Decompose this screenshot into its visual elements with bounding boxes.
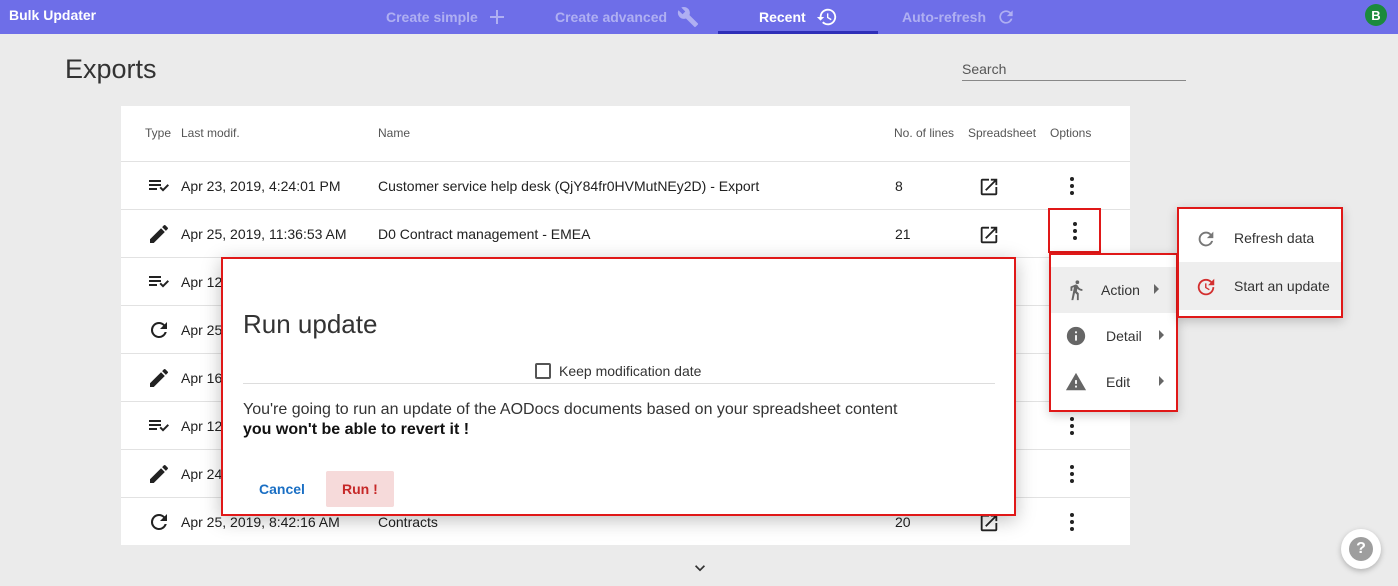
run-update-dialog: Run update Keep modification date You're… xyxy=(221,257,1016,516)
column-header-lines: No. of lines xyxy=(894,126,955,140)
menu-item-action[interactable]: Action xyxy=(1051,267,1176,313)
last-modif-cell: Apr 12 xyxy=(181,274,223,290)
more-vert-icon[interactable] xyxy=(1060,510,1084,534)
active-tab-indicator xyxy=(718,31,878,34)
last-modif-cell: Apr 25, 2019, 11:36:53 AM xyxy=(181,226,347,242)
app-title: Bulk Updater xyxy=(9,7,97,23)
tab-create-advanced[interactable]: Create advanced xyxy=(555,0,699,34)
name-cell: Customer service help desk (QjY84fr0HVMu… xyxy=(378,178,760,194)
open-in-new-icon[interactable] xyxy=(978,224,1000,246)
list-check-icon xyxy=(149,180,169,192)
dialog-message: You're going to run an update of the AOD… xyxy=(243,401,898,418)
tab-auto-refresh[interactable]: Auto-refresh xyxy=(902,0,1016,34)
list-check-icon xyxy=(149,420,169,432)
column-header-options: Options xyxy=(1050,126,1092,140)
chevron-right-icon xyxy=(1159,376,1164,386)
name-cell: Contracts xyxy=(378,514,438,530)
dialog-warning: you won't be able to revert it ! xyxy=(243,421,470,438)
table-row[interactable]: Apr 23, 2019, 4:24:01 PM Customer servic… xyxy=(121,162,1130,210)
top-bar: Bulk Updater Create simple Create advanc… xyxy=(0,0,1398,34)
menu-item-edit[interactable]: Edit xyxy=(1051,359,1176,405)
column-header-last-modif: Last modif. xyxy=(181,126,240,140)
history-icon xyxy=(816,6,838,28)
pencil-icon xyxy=(150,368,169,387)
menu-item-label: Action xyxy=(1101,282,1140,298)
more-vert-icon xyxy=(1072,221,1077,240)
column-header-type: Type xyxy=(145,126,172,140)
name-cell: D0 Contract management - EMEA xyxy=(378,226,591,242)
lines-cell: 8 xyxy=(895,178,903,194)
wrench-icon xyxy=(677,6,699,28)
last-modif-cell: Apr 25 xyxy=(181,322,223,338)
lines-cell: 20 xyxy=(895,514,911,530)
lines-cell: 21 xyxy=(895,226,911,242)
pencil-icon xyxy=(150,464,169,483)
table-row[interactable]: Apr 25, 2019, 11:36:53 AM D0 Contract ma… xyxy=(121,210,1130,258)
cancel-button[interactable]: Cancel xyxy=(245,471,319,507)
options-button[interactable] xyxy=(1048,208,1101,253)
info-icon xyxy=(1066,326,1086,346)
menu-item-label: Edit xyxy=(1106,374,1131,390)
keep-modification-date-checkbox[interactable] xyxy=(535,363,551,379)
update-icon xyxy=(1197,278,1215,296)
refresh-icon xyxy=(996,7,1016,27)
options-menu: Action Detail Edit xyxy=(1049,253,1178,412)
more-vert-icon[interactable] xyxy=(1060,414,1084,438)
last-modif-cell: Apr 25, 2019, 8:42:16 AM xyxy=(181,514,340,530)
page-title: Exports xyxy=(65,54,157,84)
column-header-name: Name xyxy=(378,126,411,140)
chevron-right-icon xyxy=(1159,330,1164,340)
submenu-item-refresh-data[interactable]: Refresh data xyxy=(1179,214,1341,262)
refresh-icon xyxy=(150,321,167,338)
help-button[interactable]: ? xyxy=(1341,529,1381,569)
more-vert-icon[interactable] xyxy=(1060,462,1084,486)
chevron-right-icon xyxy=(1154,284,1159,294)
tab-label: Auto-refresh xyxy=(902,9,987,25)
avatar[interactable]: B xyxy=(1365,4,1387,26)
list-check-icon xyxy=(149,276,169,288)
last-modif-cell: Apr 16 xyxy=(181,370,223,386)
refresh-icon xyxy=(150,514,167,530)
last-modif-cell: Apr 23, 2019, 4:24:01 PM xyxy=(181,178,341,194)
run-button[interactable]: Run ! xyxy=(326,471,394,507)
action-submenu: Refresh data Start an update xyxy=(1177,207,1343,318)
help-icon: ? xyxy=(1349,537,1373,561)
column-header-spreadsheet: Spreadsheet xyxy=(968,126,1037,140)
tab-label: Create advanced xyxy=(555,9,668,25)
dialog-title: Run update xyxy=(243,309,378,339)
plus-icon xyxy=(488,8,506,26)
chevron-down-icon[interactable] xyxy=(690,558,710,578)
menu-item-detail[interactable]: Detail xyxy=(1051,313,1176,359)
tab-recent[interactable]: Recent xyxy=(759,0,838,34)
dialog-divider xyxy=(243,383,995,384)
more-vert-icon[interactable] xyxy=(1060,174,1084,198)
tab-create-simple[interactable]: Create simple xyxy=(386,0,506,34)
last-modif-cell: Apr 24 xyxy=(181,466,223,482)
running-person-icon xyxy=(1070,280,1083,301)
tab-label: Create simple xyxy=(386,9,478,25)
submenu-item-label: Start an update xyxy=(1234,278,1330,294)
warning-icon xyxy=(1065,372,1087,391)
search-input[interactable] xyxy=(962,58,1186,81)
open-in-new-icon[interactable] xyxy=(978,176,1000,198)
submenu-item-start-update[interactable]: Start an update xyxy=(1179,262,1341,310)
pencil-icon xyxy=(150,224,169,243)
last-modif-cell: Apr 12 xyxy=(181,418,223,434)
submenu-item-label: Refresh data xyxy=(1234,230,1315,246)
menu-item-label: Detail xyxy=(1106,328,1142,344)
checkbox-label: Keep modification date xyxy=(559,363,702,379)
tab-label: Recent xyxy=(759,9,806,25)
refresh-icon xyxy=(1198,231,1214,247)
